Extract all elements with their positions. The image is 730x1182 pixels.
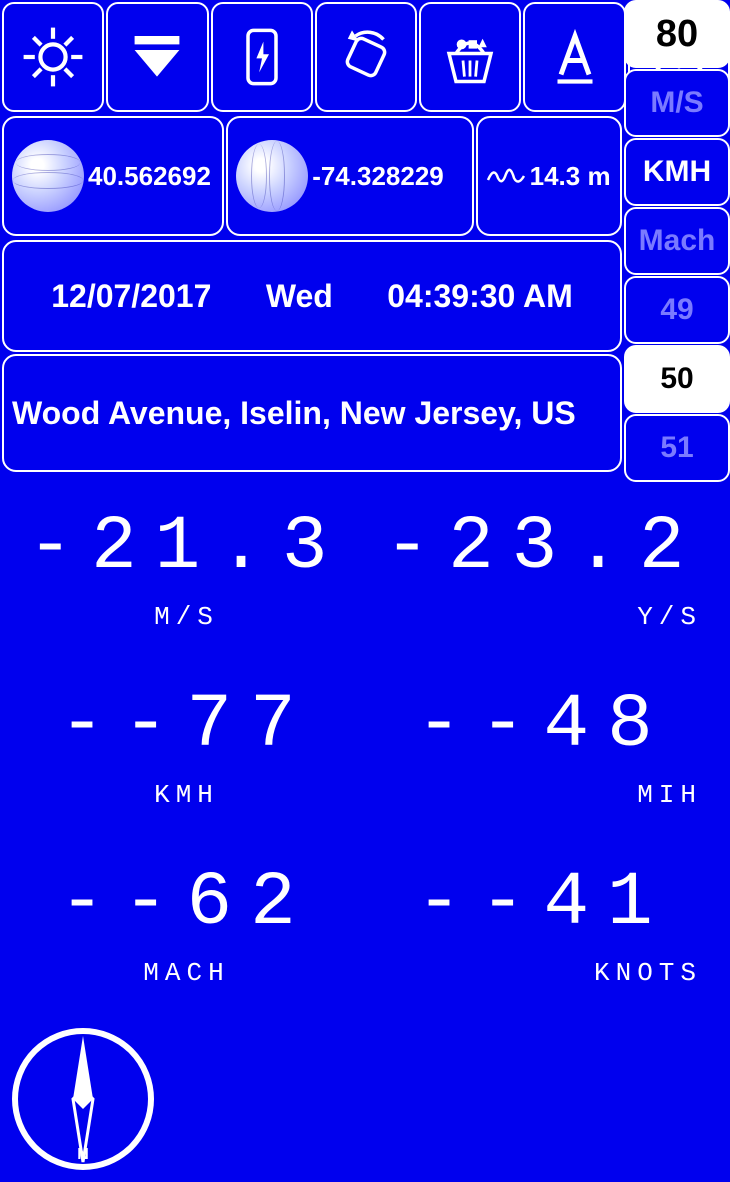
font-button[interactable] [523, 2, 625, 112]
address-row[interactable]: Wood Avenue, Iselin, New Jersey, US [2, 354, 622, 472]
battery-button[interactable] [211, 2, 313, 112]
readout-ms: -21.3 M/S [8, 504, 365, 632]
picker-next[interactable]: 51 [624, 414, 730, 482]
readout-ys-value: -23.2 [365, 504, 722, 590]
shop-button[interactable] [419, 2, 521, 112]
picker-prev[interactable]: 49 [624, 276, 730, 344]
altitude-value: 14.3 m [530, 161, 611, 192]
readout-knots-value: --41 [365, 860, 722, 946]
readouts: -21.3 M/S -23.2 Y/S --77 KMH --48 MIH --… [0, 474, 730, 988]
readout-mach: --62 MACH [8, 860, 365, 988]
longitude-value: -74.328229 [312, 161, 444, 192]
readout-row-3: --62 MACH --41 KNOTS [8, 860, 722, 988]
day-value: Wed [266, 278, 333, 315]
rotation-button[interactable] [315, 2, 417, 112]
latitude-cell[interactable]: 40.562692 [2, 116, 224, 236]
readout-mih: --48 MIH [365, 682, 722, 810]
dropdown-button[interactable] [106, 2, 208, 112]
readout-kmh: --77 KMH [8, 682, 365, 810]
readout-knots: --41 KNOTS [365, 860, 722, 988]
readout-mih-unit: MIH [365, 780, 722, 810]
readout-row-2: --77 KMH --48 MIH [8, 682, 722, 810]
altitude-icon [486, 156, 526, 196]
unit-option-ms[interactable]: M/S [624, 69, 730, 137]
readout-knots-unit: KNOTS [365, 958, 722, 988]
unit-option-kmh[interactable]: KMH [624, 138, 730, 206]
toolbar [0, 0, 730, 114]
readout-mih-value: --48 [365, 682, 722, 768]
phone-charge-icon [227, 22, 297, 92]
gps-row: 40.562692 -74.328229 14.3 m [0, 114, 730, 238]
svg-text:N: N [77, 1146, 89, 1163]
latitude-globe-icon [12, 140, 84, 212]
rotate-icon [331, 22, 401, 92]
speed-limit-value[interactable]: 80 [624, 0, 730, 68]
readout-kmh-value: --77 [8, 682, 365, 768]
font-a-icon [540, 22, 610, 92]
readout-ys: -23.2 Y/S [365, 504, 722, 632]
basket-icon [435, 22, 505, 92]
date-value: 12/07/2017 [51, 278, 211, 315]
triangle-down-icon [122, 22, 192, 92]
address-value: Wood Avenue, Iselin, New Jersey, US [12, 395, 576, 432]
readout-row-1: -21.3 M/S -23.2 Y/S [8, 504, 722, 632]
readout-mach-value: --62 [8, 860, 365, 946]
time-value: 04:39:30 AM [387, 278, 573, 315]
side-column: 80 M/S KMH Mach 49 50 51 [624, 0, 730, 483]
sun-icon [18, 22, 88, 92]
unit-option-mach[interactable]: Mach [624, 207, 730, 275]
compass-icon[interactable]: N [8, 1024, 158, 1174]
picker-current[interactable]: 50 [624, 345, 730, 413]
longitude-cell[interactable]: -74.328229 [226, 116, 473, 236]
datetime-row[interactable]: 12/07/2017 Wed 04:39:30 AM [2, 240, 622, 352]
brightness-button[interactable] [2, 2, 104, 112]
readout-ms-value: -21.3 [8, 504, 365, 590]
readout-ys-unit: Y/S [365, 602, 722, 632]
longitude-globe-icon [236, 140, 308, 212]
readout-mach-unit: MACH [8, 958, 365, 988]
readout-kmh-unit: KMH [8, 780, 365, 810]
latitude-value: 40.562692 [88, 161, 211, 192]
readout-ms-unit: M/S [8, 602, 365, 632]
altitude-cell[interactable]: 14.3 m [476, 116, 622, 236]
